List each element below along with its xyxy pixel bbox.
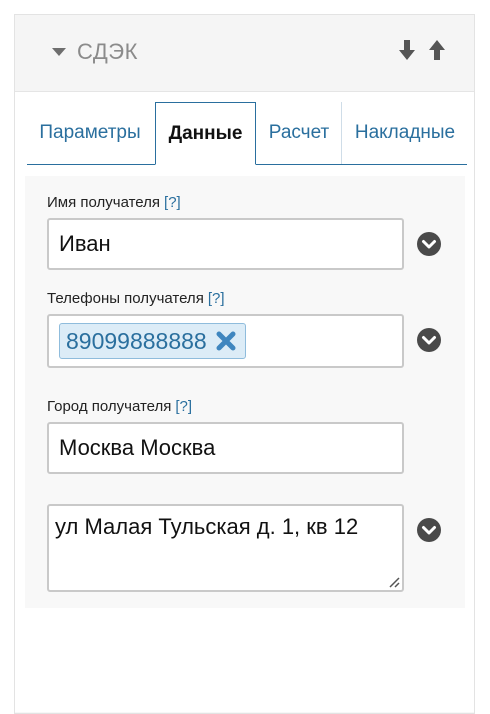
tab-invoices[interactable]: Накладные <box>343 102 467 164</box>
recipient-phones-label: Телефоны получателя [?] <box>47 290 225 307</box>
arrow-up-icon[interactable] <box>428 39 446 61</box>
move-controls <box>398 39 446 61</box>
address-textarea[interactable]: ул Малая Тульская д. 1, кв 12 <box>47 504 404 592</box>
arrow-down-icon[interactable] <box>398 39 416 61</box>
resize-grip-icon[interactable] <box>386 574 400 588</box>
recipient-name-help-link[interactable]: [?] <box>164 194 181 211</box>
chevron-down-circle-icon[interactable] <box>417 328 441 352</box>
chevron-down-circle-icon[interactable] <box>417 518 441 542</box>
tab-bar: Параметры Данные Расчет Накладные <box>27 102 467 165</box>
recipient-city-label: Город получателя [?] <box>47 398 193 415</box>
address-text: ул Малая Тульская д. 1, кв 12 <box>55 514 359 539</box>
recipient-name-input[interactable]: Иван <box>47 218 404 270</box>
phone-tag-label: 89099888888 <box>66 327 207 354</box>
caret-down-icon <box>52 48 66 56</box>
panel-body: Параметры Данные Расчет Накладные Имя по… <box>15 92 474 712</box>
recipient-phones-help-link[interactable]: [?] <box>208 290 225 307</box>
recipient-city-help-link[interactable]: [?] <box>175 398 192 415</box>
recipient-name-label: Имя получателя [?] <box>47 194 181 211</box>
chevron-down-circle-icon[interactable] <box>417 232 441 256</box>
phone-tag: 89099888888 <box>59 323 246 359</box>
tab-parameters[interactable]: Параметры <box>27 102 153 164</box>
data-form: Имя получателя [?] Иван Телефоны получате… <box>25 176 465 608</box>
panel-header: СДЭК <box>15 15 474 92</box>
panel-title: СДЭК <box>77 39 138 64</box>
collapse-toggle[interactable]: СДЭК <box>51 39 138 65</box>
tab-data[interactable]: Данные <box>155 102 256 165</box>
tab-calculation[interactable]: Расчет <box>257 102 342 164</box>
cdek-panel: СДЭК Параметры Данные Расчет Накладные И… <box>14 14 475 714</box>
remove-tag-icon[interactable] <box>215 330 237 352</box>
recipient-city-input[interactable]: Москва Москва <box>47 422 404 474</box>
recipient-phones-input[interactable]: 89099888888 <box>47 314 404 368</box>
